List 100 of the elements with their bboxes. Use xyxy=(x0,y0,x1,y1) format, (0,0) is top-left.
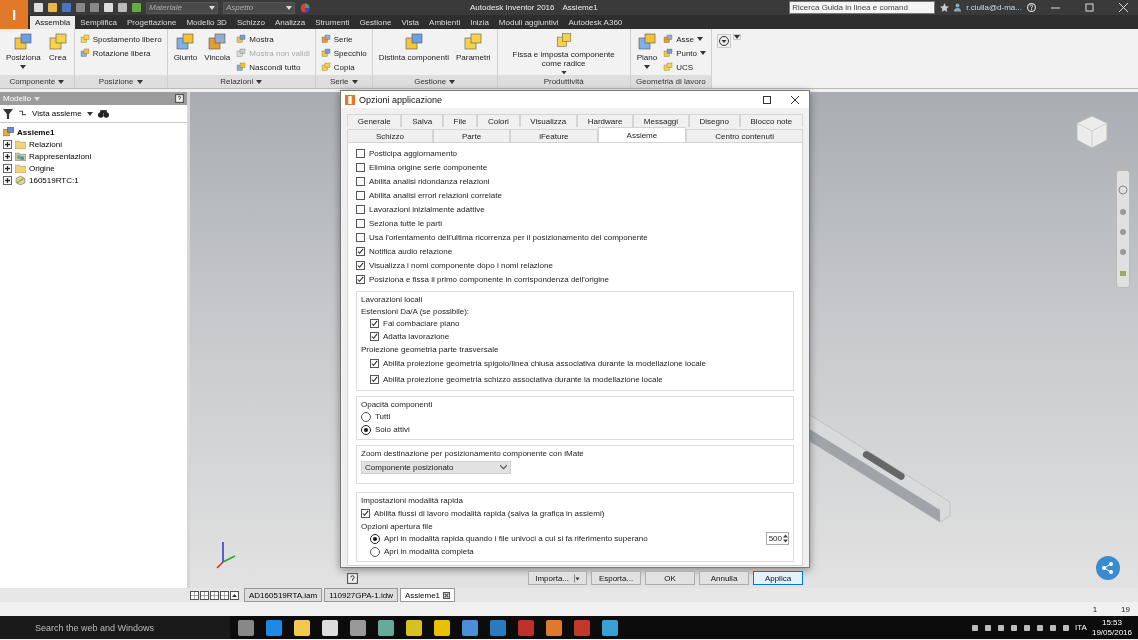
radio-button[interactable] xyxy=(361,411,371,422)
taskbar-app-icon[interactable] xyxy=(462,619,478,636)
help-search-field[interactable]: Ricerca Guida in linea e comand xyxy=(789,1,936,14)
checkbox[interactable] xyxy=(356,190,365,200)
zoom-dropdown[interactable]: Componente posizionato xyxy=(361,461,511,474)
ribbon-button[interactable]: Vincola xyxy=(203,32,232,74)
ribbon-button[interactable]: UCS xyxy=(663,60,707,74)
tree-item[interactable]: Origine xyxy=(29,163,55,173)
layout-icon[interactable] xyxy=(210,590,219,600)
number-spinner[interactable]: 500 xyxy=(765,532,789,545)
dialog-tab[interactable]: Parte xyxy=(433,129,511,142)
panel-menu-button[interactable] xyxy=(717,34,732,48)
panel-label[interactable]: Serie xyxy=(315,75,372,88)
ribbon-tab[interactable]: Vista xyxy=(396,16,425,29)
tree-item[interactable]: Relazioni xyxy=(29,139,62,149)
checkbox[interactable] xyxy=(361,508,370,518)
checkbox[interactable] xyxy=(356,204,365,214)
checkbox[interactable] xyxy=(370,374,379,384)
checkbox[interactable] xyxy=(356,148,365,158)
checkbox[interactable] xyxy=(370,332,379,341)
ribbon-button[interactable]: Crea xyxy=(46,32,69,74)
expand-icon[interactable] xyxy=(3,139,12,149)
dialog-tab[interactable]: Messaggi xyxy=(633,114,689,127)
taskbar-search-field[interactable]: Search the web and Windows xyxy=(0,616,230,639)
ribbon-tab[interactable]: Progettazione xyxy=(122,16,182,29)
checkbox[interactable] xyxy=(370,358,379,368)
tree-item[interactable]: Rappresentazioni xyxy=(29,151,92,161)
dialog-button[interactable]: Esporta... xyxy=(591,571,641,585)
import-button[interactable]: Importa... xyxy=(528,571,587,585)
ribbon-button[interactable]: Serie xyxy=(320,32,367,46)
up-arrow-icon[interactable] xyxy=(230,590,239,600)
ribbon-button[interactable]: Giunto xyxy=(172,32,199,74)
ribbon-button[interactable]: Fissa e imposta componente come radice xyxy=(502,32,625,74)
checkbox[interactable] xyxy=(356,246,365,256)
user-name[interactable]: r.ciulla@d-ma... xyxy=(966,3,1022,12)
taskbar-app-icon[interactable] xyxy=(546,619,562,636)
checkbox[interactable] xyxy=(370,319,379,328)
dialog-tab[interactable]: Hardware xyxy=(576,114,634,127)
ribbon-button[interactable]: Distinta componenti xyxy=(377,32,450,74)
maximize-button[interactable] xyxy=(763,95,771,104)
ribbon-button[interactable]: Punto xyxy=(663,46,707,60)
taskbar-app-icon[interactable] xyxy=(434,619,450,636)
radio-button[interactable] xyxy=(361,424,371,435)
dialog-tab[interactable]: File xyxy=(442,114,478,127)
dialog-button[interactable]: OK xyxy=(645,571,695,585)
caret-icon[interactable] xyxy=(574,573,580,583)
ribbon-tab[interactable]: Semplifica xyxy=(75,16,123,29)
dialog-tab[interactable]: Generale xyxy=(347,114,402,127)
dialog-tab[interactable]: Salva xyxy=(401,114,443,127)
taskbar-app-icon[interactable] xyxy=(350,619,366,636)
ribbon-button[interactable]: Spostamento libero xyxy=(79,32,162,46)
ribbon-button[interactable]: Asse xyxy=(663,32,707,46)
close-icon[interactable] xyxy=(443,591,451,599)
checkbox[interactable] xyxy=(356,218,365,228)
taskbar-app-icon[interactable] xyxy=(294,619,310,636)
checkbox[interactable] xyxy=(356,260,365,270)
expand-icon[interactable] xyxy=(3,175,12,185)
dialog-tab[interactable]: Visualizza xyxy=(519,114,577,127)
dialog-button[interactable]: Applica xyxy=(753,571,803,585)
tree-item[interactable]: 160519RTC:1 xyxy=(29,175,79,185)
document-tab[interactable]: 110927GPA-1.idw xyxy=(324,588,398,602)
ribbon-tab[interactable]: Modello 3D xyxy=(181,16,232,29)
radio-button[interactable] xyxy=(370,533,380,544)
ribbon-tab[interactable]: Analizza xyxy=(269,16,311,29)
dialog-tab[interactable]: Disegno xyxy=(688,114,740,127)
dialog-tab[interactable]: Blocco note xyxy=(739,114,803,127)
ribbon-tab[interactable]: Gestione xyxy=(354,16,397,29)
ribbon-tab[interactable]: Ambienti xyxy=(424,16,466,29)
taskbar-app-icon[interactable] xyxy=(322,619,338,636)
radio-button[interactable] xyxy=(370,546,380,557)
checkbox[interactable] xyxy=(356,162,365,172)
ribbon-button[interactable]: Mostra xyxy=(236,32,310,46)
panel-label[interactable]: Componente xyxy=(0,75,74,88)
ribbon-tab[interactable]: Strumenti xyxy=(310,16,355,29)
ribbon-button[interactable]: Specchio xyxy=(320,46,367,60)
dialog-tab[interactable]: Colori xyxy=(477,114,520,127)
layout-icon[interactable] xyxy=(190,590,199,600)
dialog-tab[interactable]: Assieme xyxy=(597,127,687,142)
share-icon[interactable] xyxy=(1096,556,1120,580)
ribbon-tab[interactable]: Schizzo xyxy=(231,16,270,29)
ribbon-button[interactable]: Posiziona xyxy=(5,32,42,74)
ribbon-button[interactable]: Nascondi tutto xyxy=(236,60,310,74)
ribbon-button[interactable]: Piano xyxy=(635,32,659,74)
style-dropdown[interactable]: Aspetto xyxy=(223,1,295,14)
ribbon-tab[interactable]: Autodesk A360 xyxy=(563,16,628,29)
view-dropdown[interactable]: Vista assieme xyxy=(32,109,82,118)
ribbon-button[interactable]: Parametri xyxy=(454,32,492,74)
taskbar-app-icon[interactable] xyxy=(602,619,618,636)
panel-label[interactable]: Posizione xyxy=(74,75,167,88)
panel-label[interactable]: Gestione xyxy=(372,75,497,88)
layout-icon[interactable] xyxy=(200,590,209,600)
ribbon-button[interactable]: Copia xyxy=(320,60,367,74)
ribbon-tab[interactable]: Inizia xyxy=(465,16,494,29)
document-tab[interactable]: Assieme1 xyxy=(399,588,456,602)
dialog-tab[interactable]: iFeature xyxy=(510,129,598,142)
expand-icon[interactable] xyxy=(3,163,12,173)
ribbon-tab[interactable]: Assembla xyxy=(30,16,76,29)
filter-icon[interactable] xyxy=(3,108,13,119)
tree-item[interactable]: Assieme1 xyxy=(17,127,55,137)
checkbox[interactable] xyxy=(356,232,365,242)
